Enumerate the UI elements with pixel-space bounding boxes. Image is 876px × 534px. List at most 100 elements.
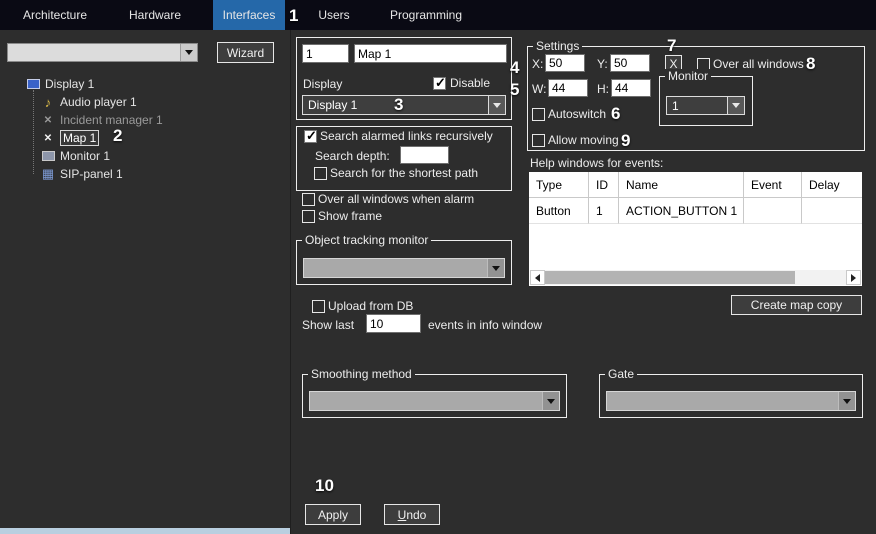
column-header-name[interactable]: Name xyxy=(619,172,744,198)
annotation-9: 9 xyxy=(621,131,630,151)
scrollbar-thumb[interactable] xyxy=(545,271,795,284)
show-last-field[interactable] xyxy=(366,314,421,333)
h-field[interactable] xyxy=(611,79,651,97)
chevron-down-icon[interactable] xyxy=(488,96,505,114)
column-header-event[interactable]: Event xyxy=(744,172,802,198)
autoswitch-label: Autoswitch xyxy=(548,107,606,121)
chevron-down-icon[interactable] xyxy=(838,392,855,410)
smoothing-method-value xyxy=(310,392,542,410)
scroll-right-button[interactable] xyxy=(846,270,861,285)
monitor-icon xyxy=(41,149,55,163)
tree-item-label: Audio player 1 xyxy=(60,95,137,109)
display-select[interactable]: Display 1 xyxy=(302,95,506,115)
tab-interfaces[interactable]: Interfaces xyxy=(213,0,285,30)
search-recursive-checkbox[interactable] xyxy=(304,130,317,143)
chevron-down-icon[interactable] xyxy=(727,97,744,114)
over-all-windows-alarm-checkbox[interactable] xyxy=(302,193,315,206)
gate-group-title: Gate xyxy=(605,367,637,381)
object-type-combobox[interactable] xyxy=(7,43,198,62)
cell-id: 1 xyxy=(589,198,619,224)
over-all-windows-alarm-label: Over all windows when alarm xyxy=(318,192,474,206)
annotation-2: 2 xyxy=(113,126,122,146)
tree-connector xyxy=(33,90,34,174)
smoothing-method-select[interactable] xyxy=(309,391,560,411)
panel-divider xyxy=(290,30,291,534)
w-label: W: xyxy=(532,82,546,96)
scrollbar-track[interactable] xyxy=(545,270,846,285)
smoothing-group-title: Smoothing method xyxy=(308,367,415,381)
table-horizontal-scrollbar[interactable] xyxy=(530,270,861,285)
map-icon xyxy=(41,131,55,145)
chevron-down-icon[interactable] xyxy=(542,392,559,410)
sip-panel-icon xyxy=(41,167,55,181)
display-icon xyxy=(26,77,40,91)
undo-button[interactable]: Undo xyxy=(384,504,440,525)
show-frame-checkbox[interactable] xyxy=(302,210,315,223)
tracking-monitor-select[interactable] xyxy=(303,258,505,278)
annotation-5: 5 xyxy=(510,80,519,100)
gate-select[interactable] xyxy=(606,391,856,411)
show-last-label: Show last xyxy=(302,318,354,332)
tree-item-monitor[interactable]: Monitor 1 xyxy=(41,147,110,165)
tracking-group-title: Object tracking monitor xyxy=(302,233,431,247)
tree-item-incident-manager[interactable]: Incident manager 1 xyxy=(41,111,163,129)
shortest-path-checkbox[interactable] xyxy=(314,167,327,180)
monitor-group-title: Monitor xyxy=(665,69,711,83)
tree-item-label: Incident manager 1 xyxy=(60,113,163,127)
tab-users[interactable]: Users xyxy=(306,0,362,30)
upload-from-db-checkbox[interactable] xyxy=(312,300,325,313)
column-header-delay[interactable]: Delay xyxy=(802,172,862,198)
apply-button[interactable]: Apply xyxy=(305,504,361,525)
over-all-windows-label: Over all windows xyxy=(713,57,804,71)
monitor-select[interactable]: 1 xyxy=(666,96,745,115)
x-field[interactable] xyxy=(545,54,585,72)
tree-item-display[interactable]: Display 1 xyxy=(26,75,94,93)
disable-checkbox[interactable] xyxy=(433,77,446,90)
annotation-8: 8 xyxy=(806,54,815,74)
help-events-title: Help windows for events: xyxy=(530,156,663,170)
chevron-down-icon[interactable] xyxy=(487,259,504,277)
tree-horizontal-scrollbar[interactable] xyxy=(0,528,290,534)
scroll-left-button[interactable] xyxy=(530,270,545,285)
search-depth-field[interactable] xyxy=(400,146,449,164)
scroll-left-icon xyxy=(535,274,540,282)
tree-item-map[interactable]: Map 1 xyxy=(41,129,99,147)
autoswitch-checkbox[interactable] xyxy=(532,108,545,121)
column-header-type[interactable]: Type xyxy=(529,172,589,198)
y-field[interactable] xyxy=(610,54,650,72)
allow-moving-checkbox[interactable] xyxy=(532,134,545,147)
monitor-select-value: 1 xyxy=(667,97,727,114)
h-label: H: xyxy=(597,82,609,96)
column-header-id[interactable]: ID xyxy=(589,172,619,198)
w-field[interactable] xyxy=(548,79,588,97)
search-depth-label: Search depth: xyxy=(315,149,390,163)
tree-item-label: Display 1 xyxy=(45,77,94,91)
upload-from-db-label: Upload from DB xyxy=(328,299,413,313)
cell-event xyxy=(744,198,802,224)
object-name-field[interactable] xyxy=(354,44,507,63)
tab-programming[interactable]: Programming xyxy=(378,0,474,30)
x-label: X: xyxy=(532,57,543,71)
wizard-button[interactable]: Wizard xyxy=(217,42,274,63)
tab-hardware[interactable]: Hardware xyxy=(112,0,198,30)
cell-name: ACTION_BUTTON 1 xyxy=(619,198,744,224)
tree-item-audio-player[interactable]: Audio player 1 xyxy=(41,93,137,111)
annotation-6: 6 xyxy=(611,104,620,124)
show-frame-label: Show frame xyxy=(318,209,382,223)
object-id-field[interactable] xyxy=(302,44,349,63)
cell-delay xyxy=(802,198,862,224)
tab-architecture[interactable]: Architecture xyxy=(12,0,98,30)
scroll-right-icon xyxy=(851,274,856,282)
tree-item-label: SIP-panel 1 xyxy=(60,167,123,181)
annotation-7: 7 xyxy=(667,36,676,56)
chevron-down-icon[interactable] xyxy=(180,44,197,61)
tree-item-sip-panel[interactable]: SIP-panel 1 xyxy=(41,165,123,183)
table-header-row: Type ID Name Event Delay xyxy=(529,172,862,198)
table-row[interactable]: Button 1 ACTION_BUTTON 1 xyxy=(529,198,862,224)
tree-item-label: Map 1 xyxy=(60,130,99,146)
annotation-10: 10 xyxy=(315,476,334,496)
undo-button-label: Undo xyxy=(398,508,427,522)
annotation-4: 4 xyxy=(510,58,519,78)
annotation-3: 3 xyxy=(394,95,403,115)
create-map-copy-button[interactable]: Create map copy xyxy=(731,295,862,315)
